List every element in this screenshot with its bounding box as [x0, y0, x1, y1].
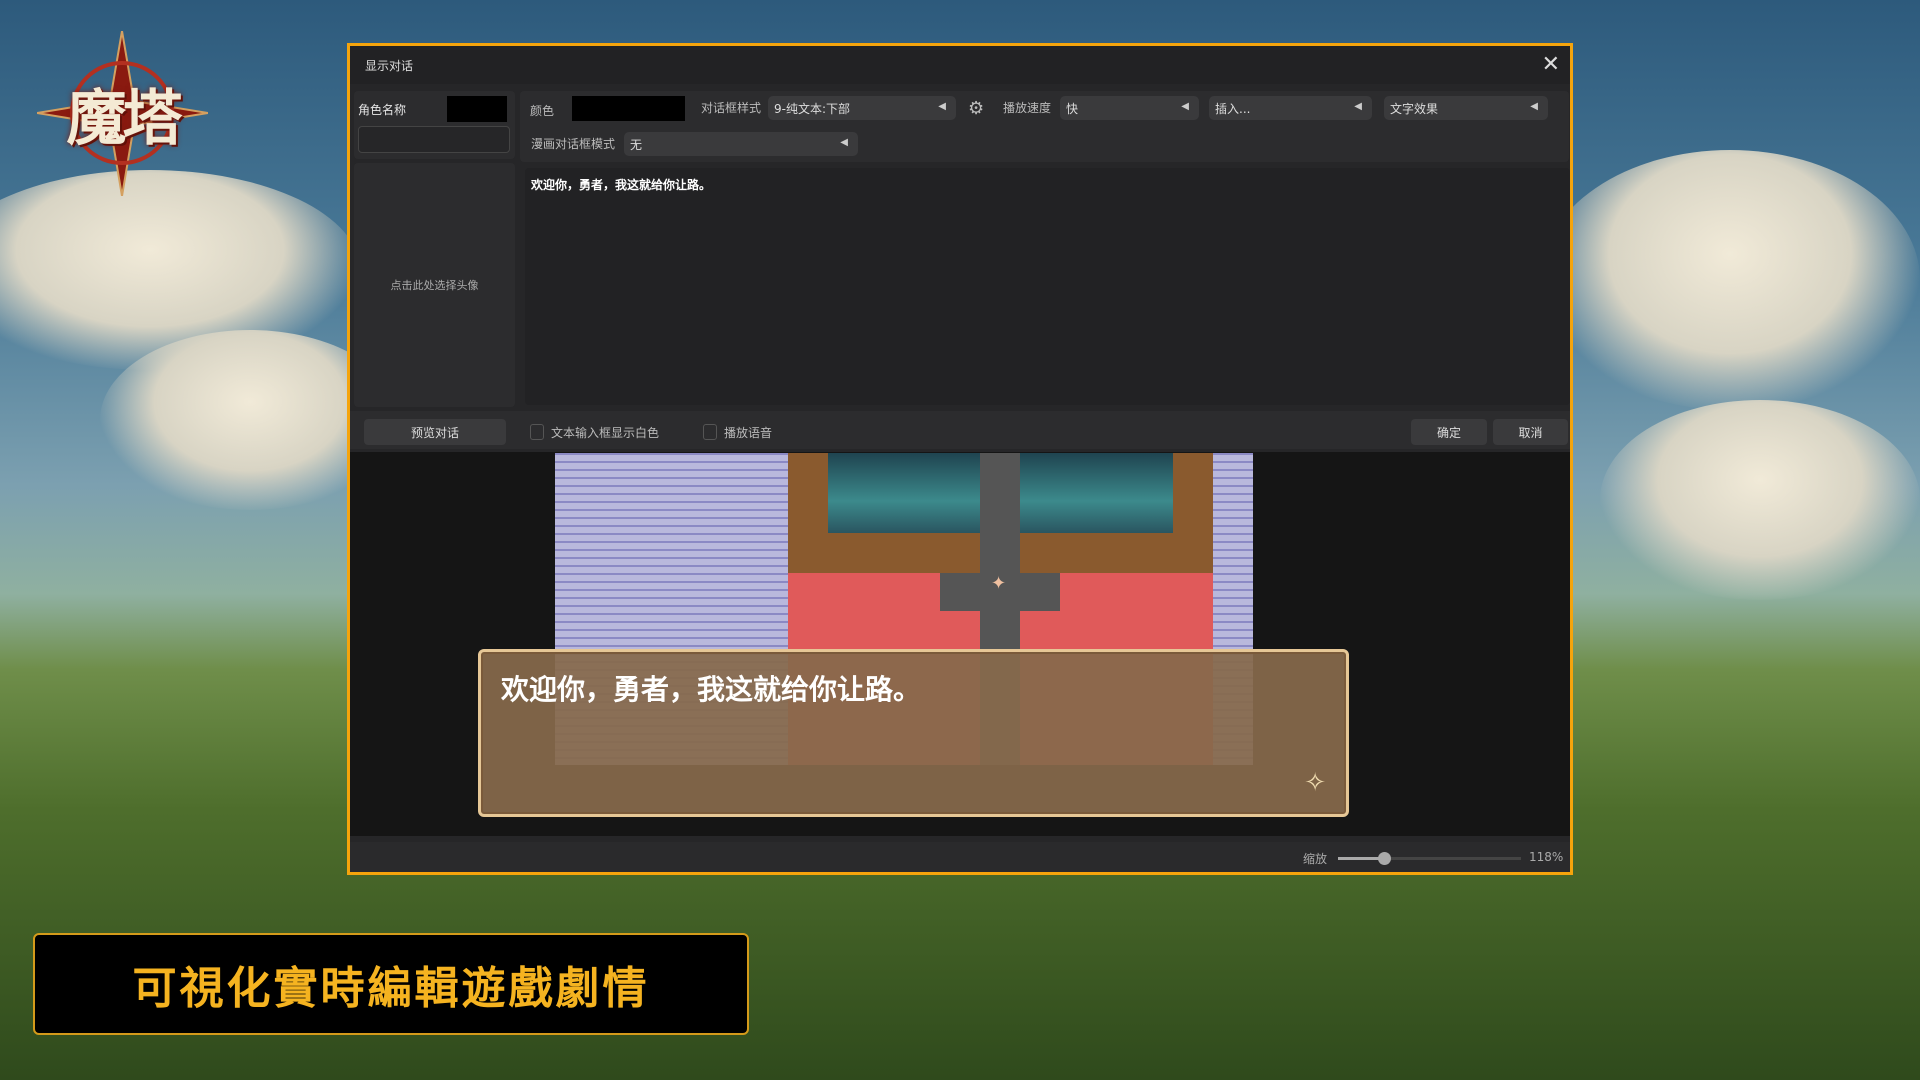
game-logo: 魔塔: [37, 31, 208, 196]
play-voice-checkbox[interactable]: [703, 424, 717, 440]
show-dialog-window: 显示对话 ✕ 角色名称 点击此处选择头像 颜色 对话框样式 9-纯文本:下部◀ …: [347, 43, 1573, 875]
color-swatch[interactable]: [572, 96, 685, 121]
dialogue-preview-text: 欢迎你，勇者，我这就给你让路。: [501, 668, 921, 708]
gear-icon[interactable]: ⚙: [968, 98, 984, 119]
caret-left-icon: ◀: [840, 137, 848, 148]
dialogue-text-input[interactable]: 欢迎你，勇者，我这就给你让路。: [525, 168, 1570, 405]
caption-banner: 可視化實時編輯遊戲劇情: [33, 933, 749, 1035]
speed-label: 播放速度: [1003, 99, 1051, 116]
text-effect-select[interactable]: 文字效果 ◀: [1384, 96, 1548, 120]
confirm-button[interactable]: 确定: [1411, 419, 1487, 445]
white-bg-checkbox[interactable]: [530, 424, 544, 440]
style-label: 对话框样式: [701, 99, 761, 116]
cancel-button[interactable]: 取消: [1493, 419, 1568, 445]
comic-mode-value: 无: [630, 138, 642, 152]
zoom-value: 118%: [1529, 850, 1563, 864]
style-value: 9-纯文本:下部: [774, 102, 850, 116]
caret-left-icon: ◀: [938, 101, 946, 112]
comic-mode-select[interactable]: 无◀: [624, 132, 858, 156]
white-bg-checkbox-label: 文本输入框显示白色: [551, 424, 659, 441]
caret-left-icon: ◀: [1354, 101, 1362, 112]
role-name-input[interactable]: [358, 126, 510, 153]
dialogue-box-preview: 欢迎你，勇者，我这就给你让路。 ✧: [478, 649, 1349, 817]
speed-value: 快: [1066, 102, 1078, 116]
speed-select[interactable]: 快◀: [1060, 96, 1199, 120]
avatar-picker[interactable]: 点击此处选择头像: [354, 163, 515, 407]
cloud: [1540, 150, 1920, 410]
dialog-title: 显示对话: [365, 57, 413, 74]
comic-mode-label: 漫画对话框模式: [531, 135, 615, 152]
style-select[interactable]: 9-纯文本:下部 ◀: [768, 96, 956, 120]
zoom-slider-thumb[interactable]: [1378, 852, 1391, 865]
color-label: 颜色: [530, 102, 554, 119]
dialogue-text: 欢迎你，勇者，我这就给你让路。: [531, 178, 711, 192]
caret-left-icon: ◀: [1181, 101, 1189, 112]
avatar-hint: 点击此处选择头像: [391, 277, 479, 293]
insert-select[interactable]: 插入... ◀: [1209, 96, 1372, 120]
text-effect-value: 文字效果: [1390, 102, 1438, 116]
logo-text: 魔塔: [67, 70, 179, 157]
continue-arrow-icon: ✧: [1304, 768, 1326, 798]
cloud: [1600, 400, 1920, 600]
role-name-color-swatch[interactable]: [447, 96, 507, 122]
zoom-slider[interactable]: [1338, 857, 1521, 860]
preview-canvas: ✦ 欢迎你，勇者，我这就给你让路。 ✧: [350, 452, 1570, 836]
play-voice-checkbox-label: 播放语音: [724, 424, 772, 441]
zoom-slider-fill: [1338, 857, 1384, 860]
insert-value: 插入...: [1215, 102, 1250, 116]
title-bar: 显示对话: [350, 46, 1570, 84]
caret-left-icon: ◀: [1530, 101, 1538, 112]
fairy-sprite: ✦: [991, 573, 1006, 594]
role-name-label: 角色名称: [358, 101, 406, 118]
close-icon[interactable]: ✕: [1542, 52, 1560, 77]
zoom-label: 缩放: [1303, 850, 1327, 867]
preview-dialogue-button[interactable]: 预览对话: [364, 419, 506, 445]
